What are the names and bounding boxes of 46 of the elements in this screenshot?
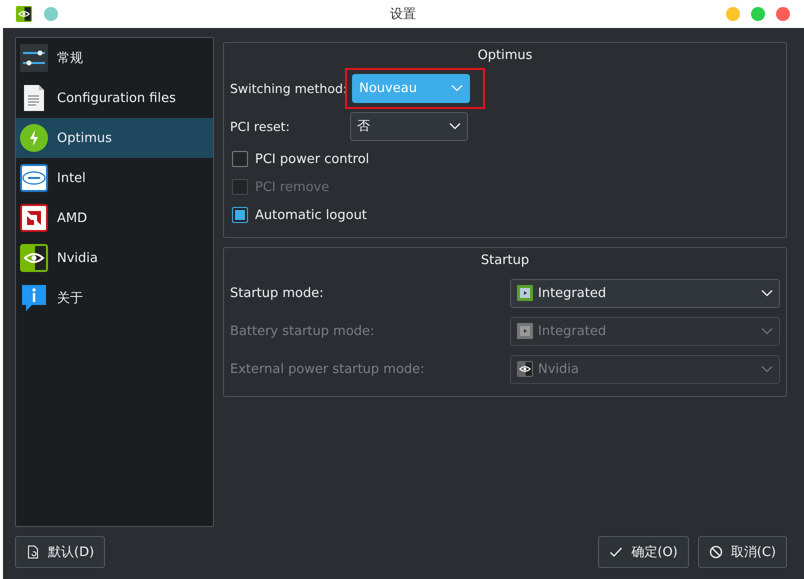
lightning-icon (20, 124, 48, 152)
field-label: Battery startup mode: (230, 324, 374, 338)
dialog-button[interactable]: 默认(D) (15, 536, 106, 568)
checkbox-label: PCI remove (255, 180, 330, 194)
nvidia-logo-icon (517, 361, 533, 377)
chevron-icon (451, 84, 464, 92)
sliders-icon (20, 44, 48, 72)
dialog-button[interactable]: 取消(C) (698, 536, 787, 568)
checkmark-icon (609, 545, 624, 559)
cancel-icon (708, 545, 723, 559)
info-icon (20, 284, 48, 312)
chevron-icon (449, 122, 461, 130)
sidebar-item[interactable]: Configuration files (16, 78, 213, 118)
chevron-icon (761, 289, 773, 297)
checkbox-label: Automatic logout (255, 208, 367, 222)
pin-button[interactable] (44, 7, 58, 21)
close-button[interactable] (776, 7, 790, 21)
checkbox[interactable] (232, 151, 248, 167)
maximize-button[interactable] (751, 7, 765, 21)
chevron-icon (761, 327, 773, 335)
sidebar-item[interactable]: 关于 (16, 278, 213, 318)
dialog-button[interactable]: 确定(O) (598, 536, 689, 568)
chip-icon (517, 285, 533, 301)
sidebar-item[interactable]: 常规 (16, 38, 213, 78)
nvidia-logo-icon (16, 6, 32, 22)
field-label: Switching method: (230, 80, 348, 96)
field-label: PCI reset: (230, 118, 291, 134)
checkbox[interactable] (232, 207, 248, 223)
nvidia-logo-icon (20, 244, 48, 272)
window-title: 设置 (390, 6, 416, 23)
sidebar-item[interactable]: AMD (16, 198, 213, 238)
amd-logo-icon (20, 204, 48, 232)
group-title: Startup (480, 252, 530, 270)
dropdown[interactable]: 否 (350, 112, 468, 140)
document-reset-icon (26, 545, 40, 559)
minimize-button[interactable] (726, 7, 740, 21)
chevron-icon (761, 365, 773, 373)
group-title: Optimus (476, 47, 534, 65)
chip-icon (517, 323, 533, 339)
field-label: External power startup mode: (230, 362, 425, 376)
dropdown[interactable]: Integrated (510, 278, 780, 308)
checkbox-label: PCI power control (255, 152, 370, 166)
sidebar-item[interactable]: Optimus (16, 118, 213, 158)
sidebar-item[interactable]: Nvidia (16, 238, 213, 278)
field-label: Startup mode: (230, 286, 324, 300)
sidebar-item[interactable]: Intel (16, 158, 213, 198)
